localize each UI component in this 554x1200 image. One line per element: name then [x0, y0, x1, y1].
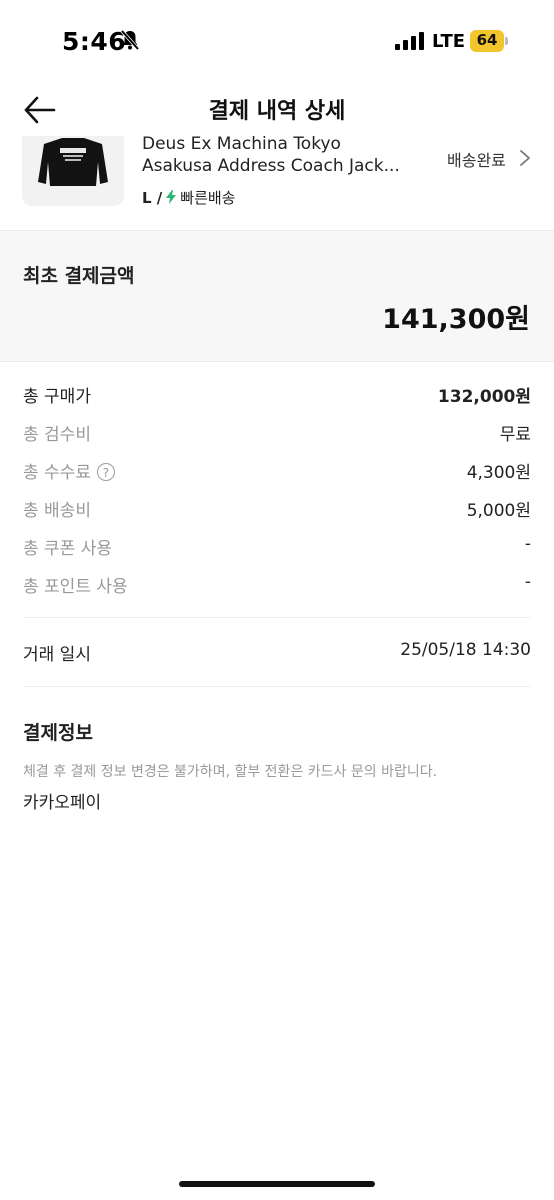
breakdown-value: -: [524, 534, 531, 554]
breakdown-row: 총 구매가 132,000원: [23, 376, 531, 414]
breakdown-label: 총 검수비: [23, 425, 91, 445]
battery-level: 64: [476, 31, 498, 49]
chevron-right-icon[interactable]: [519, 149, 531, 167]
delivery-status[interactable]: 배송완료: [447, 147, 506, 171]
divider: [23, 686, 531, 687]
breakdown-label: 총 수수료: [23, 463, 91, 483]
trade-datetime-label: 거래 일시: [23, 645, 91, 665]
breakdown-value: 4,300원: [466, 463, 531, 483]
question-circle-icon[interactable]: ?: [96, 463, 115, 481]
breakdown-row: 총 포인트 사용 -: [23, 566, 531, 604]
shipping-type: 빠른배송: [180, 189, 236, 207]
breakdown-row: 총 쿠폰 사용 -: [23, 528, 531, 566]
product-thumbnail: [22, 136, 124, 206]
nav-bar: 결제 내역 상세: [0, 84, 554, 136]
payment-info-title: 결제정보: [23, 722, 93, 744]
initial-payment-label: 최초 결제금액: [23, 265, 135, 287]
signal-icon: [395, 32, 424, 50]
network-label: LTE: [432, 31, 466, 52]
breakdown-label: 총 쿠폰 사용: [23, 539, 113, 559]
jacket-image: [38, 138, 108, 186]
status-time: 5:46: [62, 27, 127, 56]
breakdown-value: 5,000원: [466, 501, 531, 521]
trade-datetime-value: 25/05/18 14:30: [400, 640, 531, 660]
breakdown-value: 132,000원: [437, 387, 531, 407]
payment-breakdown: 총 구매가 132,000원 총 검수비 무료 총 수수료? 4,300원 총 …: [23, 376, 531, 604]
trade-datetime-row: 거래 일시 25/05/18 14:30: [23, 640, 531, 665]
breakdown-value: -: [524, 572, 531, 592]
bell-slash-icon: [120, 29, 140, 51]
product-size: L /: [142, 189, 163, 207]
breakdown-label-with-help: 총 수수료?: [23, 458, 115, 483]
product-name-line1: Deus Ex Machina Tokyo: [142, 136, 341, 154]
breakdown-label: 총 포인트 사용: [23, 577, 128, 597]
product-option: L / 빠른배송: [142, 187, 235, 208]
breakdown-row: 총 배송비 5,000원: [23, 490, 531, 528]
breakdown-value: 무료: [499, 425, 531, 445]
battery-icon: 64: [470, 30, 508, 52]
breakdown-label: 총 배송비: [23, 501, 91, 521]
initial-payment-amount: 141,300원: [382, 304, 530, 335]
home-indicator[interactable]: [179, 1181, 375, 1187]
product-card[interactable]: Deus Ex Machina Tokyo Asakusa Address Co…: [0, 136, 554, 230]
breakdown-label: 총 구매가: [23, 387, 91, 407]
payment-method: 카카오페이: [23, 793, 102, 813]
payment-info-note: 체결 후 결제 정보 변경은 불가하며, 할부 전환은 카드사 문의 바랍니다.: [23, 764, 438, 780]
status-bar: 5:46 LTE 64: [0, 0, 554, 84]
breakdown-row: 총 수수료? 4,300원: [23, 452, 531, 490]
lightning-icon: [166, 190, 177, 204]
breakdown-row: 총 검수비 무료: [23, 414, 531, 452]
divider: [23, 617, 531, 618]
page-title: 결제 내역 상세: [208, 99, 346, 124]
initial-payment-section: 최초 결제금액 141,300원: [0, 230, 554, 362]
product-name-line2: Asakusa Address Coach Jack...: [142, 156, 400, 176]
